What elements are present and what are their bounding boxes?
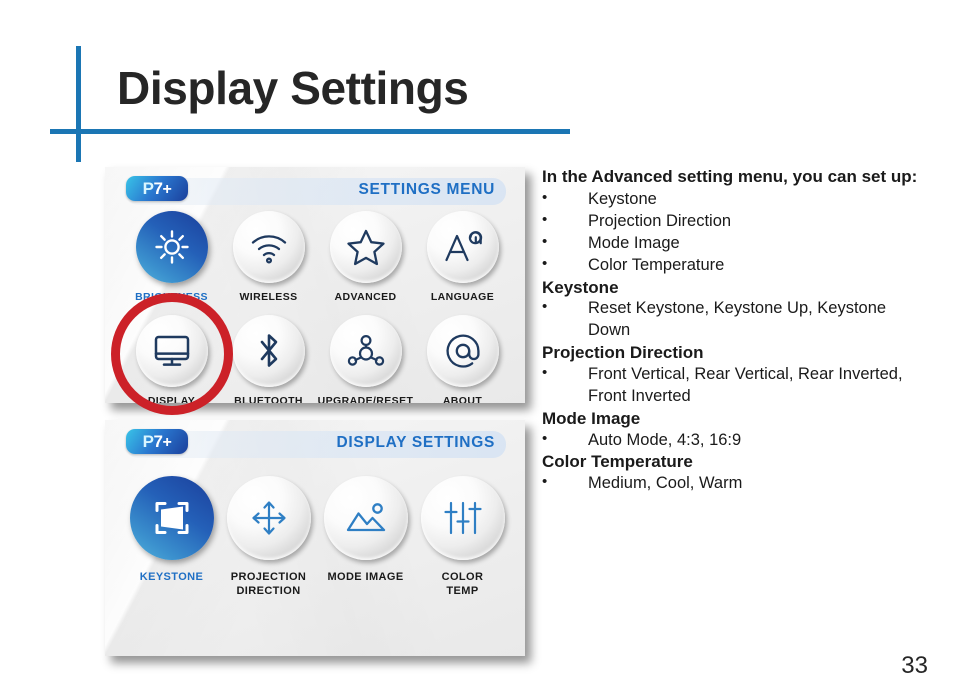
display-label-color-temp: COLOR TEMP — [441, 571, 484, 597]
list-item: Auto Mode, 4:3, 16:9 — [542, 429, 922, 452]
display-item-keystone[interactable]: KEYSTONE — [123, 476, 220, 626]
menu-item-wireless[interactable]: WIRELESS — [220, 211, 317, 315]
projection-direction-disc[interactable] — [226, 476, 311, 560]
menu-label-about: ABOUT — [442, 395, 483, 403]
notes-list-mode-image: Auto Mode, 4:3, 16:9 — [542, 429, 922, 452]
notes-list-keystone: Reset Keystone, Keystone Up, Keystone Do… — [542, 297, 922, 342]
mode-image-disc[interactable] — [323, 476, 408, 560]
title-divider-rule — [50, 129, 570, 134]
list-item: Front Vertical, Rear Vertical, Rear Inve… — [542, 363, 922, 408]
page-number: 33 — [901, 652, 928, 679]
menu-label-wireless: WIRELESS — [239, 291, 298, 303]
keystone-frame-icon — [149, 497, 195, 539]
logo-plus: + — [162, 181, 172, 198]
display-item-color-temp[interactable]: COLOR TEMP — [414, 476, 511, 626]
display-item-mode-image[interactable]: MODE IMAGE — [317, 476, 414, 626]
logo-plus-2: + — [162, 434, 172, 451]
picture-icon — [343, 499, 389, 537]
list-item: Keystone — [542, 188, 922, 211]
brightness-disc[interactable] — [135, 211, 208, 283]
logo-letter-p: P — [142, 179, 154, 198]
page-title: Display Settings — [117, 62, 469, 114]
color-temp-disc[interactable] — [420, 476, 505, 560]
display-label-keystone: KEYSTONE — [139, 571, 204, 583]
p7-plus-logo-2: P7+ — [126, 429, 188, 454]
list-item: Reset Keystone, Keystone Up, Keystone Do… — [542, 297, 922, 342]
display-label-mode-image: MODE IMAGE — [327, 571, 404, 583]
notes-column: In the Advanced setting menu, you can se… — [542, 166, 922, 495]
display-settings-screenshot: P7+ DISPLAY SETTINGS KEYSTONE PROJECTION… — [105, 420, 525, 656]
menu-item-about[interactable]: ABOUT — [414, 315, 511, 403]
list-item: Medium, Cool, Warm — [542, 472, 922, 495]
menu-item-advanced[interactable]: ADVANCED — [317, 211, 414, 315]
menu-item-upgrade-reset[interactable]: UPGRADE/RESET — [317, 315, 414, 403]
display-settings-title: DISPLAY SETTINGS — [336, 434, 495, 451]
display-label-projection-direction: PROJECTION DIRECTION — [230, 571, 307, 597]
menu-label-bluetooth: BLUETOOTH — [234, 395, 303, 403]
list-item: Projection Direction — [542, 210, 922, 233]
language-aa-icon — [442, 227, 484, 267]
notes-heading-projection-direction: Projection Direction — [542, 343, 704, 363]
at-sign-icon — [442, 330, 484, 372]
menu-label-language: LANGUAGE — [430, 291, 495, 303]
advanced-disc[interactable] — [329, 211, 402, 283]
logo-letter-p-2: P — [142, 432, 154, 451]
notes-list-projection-direction: Front Vertical, Rear Vertical, Rear Inve… — [542, 363, 922, 408]
menu-label-advanced: ADVANCED — [334, 291, 397, 303]
about-disc[interactable] — [426, 315, 499, 387]
keystone-disc[interactable] — [129, 476, 214, 560]
notes-heading-mode-image: Mode Image — [542, 408, 641, 428]
display-highlight-ring — [111, 293, 233, 415]
p7-plus-logo: P7+ — [126, 176, 188, 201]
upgrade-reset-disc[interactable] — [329, 315, 402, 387]
star-icon — [346, 228, 386, 266]
language-disc[interactable] — [426, 211, 499, 283]
sun-icon — [152, 227, 192, 267]
menu-item-language[interactable]: LANGUAGE — [414, 211, 511, 315]
bluetooth-disc[interactable] — [232, 315, 305, 387]
display-settings-grid: KEYSTONE PROJECTION DIRECTION MODE IMAGE… — [123, 476, 511, 626]
notes-intro-heading: In the Advanced setting menu, you can se… — [542, 167, 918, 186]
list-item: Mode Image — [542, 232, 922, 255]
wireless-disc[interactable] — [232, 211, 305, 283]
notes-list-color-temperature: Medium, Cool, Warm — [542, 472, 922, 495]
notes-heading-color-temperature: Color Temperature — [542, 452, 693, 472]
list-item: Color Temperature — [542, 254, 922, 277]
settings-menu-title: SETTINGS MENU — [358, 181, 495, 198]
display-item-projection-direction[interactable]: PROJECTION DIRECTION — [220, 476, 317, 626]
menu-item-bluetooth[interactable]: BLUETOOTH — [220, 315, 317, 403]
title-accent-bar — [76, 46, 81, 162]
wifi-icon — [249, 229, 289, 265]
notes-intro-list: Keystone Projection Direction Mode Image… — [542, 188, 922, 277]
notes-heading-keystone: Keystone — [542, 277, 619, 297]
sliders-icon — [442, 497, 484, 539]
menu-label-upgrade-reset: UPGRADE/RESET — [317, 395, 414, 403]
four-way-arrows-icon — [247, 496, 291, 540]
network-nodes-icon — [345, 332, 387, 370]
bluetooth-icon — [254, 330, 284, 372]
